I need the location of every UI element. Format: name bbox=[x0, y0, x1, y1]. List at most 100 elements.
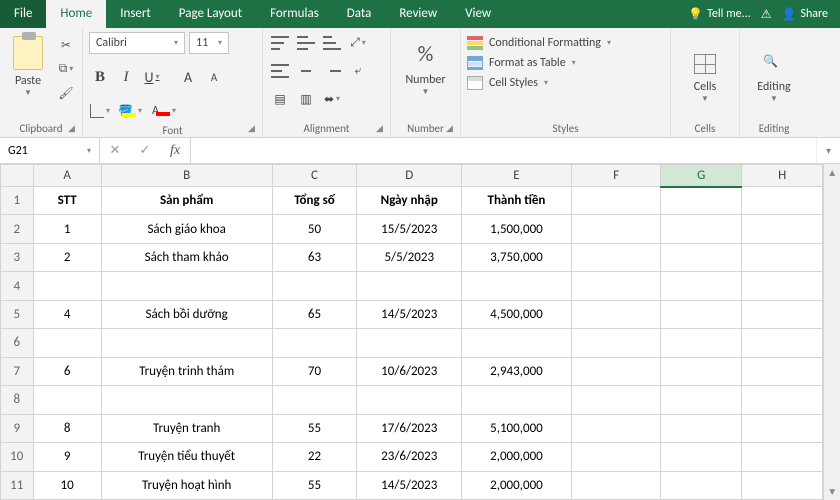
bold-button[interactable]: B bbox=[89, 66, 111, 88]
cell-styles-button[interactable]: Cell Styles ▾ bbox=[467, 76, 611, 90]
share-button[interactable]: 👤 Share bbox=[781, 7, 828, 22]
formula-input[interactable] bbox=[191, 138, 816, 163]
row-header[interactable]: 1 bbox=[1, 187, 34, 215]
font-name-select[interactable]: Calibri ▾ bbox=[89, 32, 185, 54]
wrap-text-button[interactable]: ⤶ bbox=[347, 60, 369, 82]
cell[interactable] bbox=[661, 300, 742, 328]
row-header[interactable]: 8 bbox=[1, 386, 34, 414]
cell[interactable]: Sách bồi dưỡng bbox=[101, 300, 272, 328]
cell[interactable] bbox=[571, 471, 660, 499]
col-header-E[interactable]: E bbox=[462, 165, 572, 187]
cell[interactable]: 2,943,000 bbox=[462, 357, 572, 385]
cell[interactable]: Truyện tranh bbox=[101, 414, 272, 442]
cell[interactable] bbox=[742, 329, 823, 357]
cell[interactable]: 50 bbox=[272, 215, 357, 243]
cell[interactable]: 10 bbox=[33, 471, 101, 499]
cell[interactable]: 22 bbox=[272, 443, 357, 471]
italic-button[interactable]: I bbox=[115, 66, 137, 88]
cell[interactable] bbox=[272, 329, 357, 357]
tab-page-layout[interactable]: Page Layout bbox=[165, 0, 256, 28]
tab-file[interactable]: File bbox=[0, 0, 46, 28]
warning-icon[interactable]: ⚠ bbox=[761, 7, 772, 22]
cell[interactable] bbox=[462, 329, 572, 357]
cell[interactable]: Tổng số bbox=[272, 187, 357, 215]
cell[interactable]: 14/5/2023 bbox=[357, 300, 462, 328]
cell[interactable] bbox=[101, 272, 272, 300]
grid-table[interactable]: A B C D E F G H 1STTSản phẩmTổng sốNgày … bbox=[0, 164, 823, 500]
select-all-button[interactable] bbox=[1, 165, 34, 187]
cell[interactable]: Sách tham khảo bbox=[101, 243, 272, 271]
cell[interactable]: STT bbox=[33, 187, 101, 215]
name-box[interactable]: G21 ▾ bbox=[0, 138, 100, 163]
cell[interactable]: 65 bbox=[272, 300, 357, 328]
cell[interactable] bbox=[272, 386, 357, 414]
cell[interactable]: 1,500,000 bbox=[462, 215, 572, 243]
grow-font-button[interactable]: A bbox=[177, 66, 199, 88]
cell[interactable]: 23/6/2023 bbox=[357, 443, 462, 471]
cell[interactable] bbox=[742, 215, 823, 243]
cell[interactable] bbox=[571, 414, 660, 442]
cell[interactable] bbox=[661, 443, 742, 471]
cell[interactable] bbox=[742, 187, 823, 215]
cancel-formula-button[interactable]: ✕ bbox=[100, 143, 130, 158]
cell[interactable]: 4,500,000 bbox=[462, 300, 572, 328]
cell[interactable] bbox=[661, 414, 742, 442]
copy-button[interactable]: ⧉▾ bbox=[56, 60, 76, 78]
number-launcher[interactable]: ◢ bbox=[446, 123, 458, 135]
col-header-A[interactable]: A bbox=[33, 165, 101, 187]
cell[interactable] bbox=[742, 443, 823, 471]
cut-button[interactable]: ✂ bbox=[56, 36, 76, 54]
cell[interactable] bbox=[571, 187, 660, 215]
cell[interactable] bbox=[462, 386, 572, 414]
row-header[interactable]: 10 bbox=[1, 443, 34, 471]
cell[interactable] bbox=[742, 357, 823, 385]
vertical-scrollbar[interactable]: ▲ ▼ bbox=[823, 164, 840, 500]
cell[interactable]: Sản phẩm bbox=[101, 187, 272, 215]
cell[interactable]: 4 bbox=[33, 300, 101, 328]
cell[interactable] bbox=[272, 272, 357, 300]
cell[interactable] bbox=[742, 471, 823, 499]
align-top-button[interactable] bbox=[269, 32, 291, 54]
row-header[interactable]: 3 bbox=[1, 243, 34, 271]
cell[interactable]: 15/5/2023 bbox=[357, 215, 462, 243]
cell[interactable] bbox=[661, 215, 742, 243]
cell[interactable]: Truyện hoạt hình bbox=[101, 471, 272, 499]
cell[interactable] bbox=[571, 243, 660, 271]
alignment-launcher[interactable]: ◢ bbox=[376, 123, 388, 135]
cell[interactable]: 14/5/2023 bbox=[357, 471, 462, 499]
align-middle-button[interactable] bbox=[295, 32, 317, 54]
number-format-button[interactable]: % Number ▼ bbox=[405, 32, 445, 120]
align-center-button[interactable] bbox=[295, 60, 317, 82]
font-color-button[interactable]: A▾ bbox=[149, 100, 179, 122]
tab-review[interactable]: Review bbox=[385, 0, 451, 28]
cell[interactable] bbox=[101, 386, 272, 414]
cell[interactable] bbox=[571, 386, 660, 414]
cell[interactable] bbox=[357, 386, 462, 414]
cell[interactable] bbox=[661, 187, 742, 215]
cell[interactable]: Thành tiền bbox=[462, 187, 572, 215]
decrease-indent-button[interactable]: ▤ bbox=[269, 88, 291, 110]
col-header-B[interactable]: B bbox=[101, 165, 272, 187]
cell[interactable] bbox=[742, 243, 823, 271]
col-header-G[interactable]: G bbox=[661, 165, 742, 187]
borders-button[interactable]: ▾ bbox=[89, 100, 111, 122]
cell[interactable]: 17/6/2023 bbox=[357, 414, 462, 442]
cell[interactable]: 2,000,000 bbox=[462, 471, 572, 499]
cell[interactable]: Truyện trinh thám bbox=[101, 357, 272, 385]
cells-button[interactable]: Cells ▼ bbox=[677, 32, 733, 120]
cell[interactable]: 6 bbox=[33, 357, 101, 385]
cell[interactable]: 55 bbox=[272, 471, 357, 499]
cell[interactable]: 2 bbox=[33, 243, 101, 271]
tab-data[interactable]: Data bbox=[333, 0, 386, 28]
insert-function-button[interactable]: fx bbox=[160, 143, 190, 159]
align-bottom-button[interactable] bbox=[321, 32, 343, 54]
cell[interactable]: 3,750,000 bbox=[462, 243, 572, 271]
cell[interactable] bbox=[661, 272, 742, 300]
editing-button[interactable]: 🔍 Editing ▼ bbox=[746, 32, 802, 120]
tab-formulas[interactable]: Formulas bbox=[256, 0, 333, 28]
cell[interactable] bbox=[661, 329, 742, 357]
cell[interactable] bbox=[661, 243, 742, 271]
cell[interactable] bbox=[33, 272, 101, 300]
row-header[interactable]: 11 bbox=[1, 471, 34, 499]
col-header-F[interactable]: F bbox=[571, 165, 660, 187]
